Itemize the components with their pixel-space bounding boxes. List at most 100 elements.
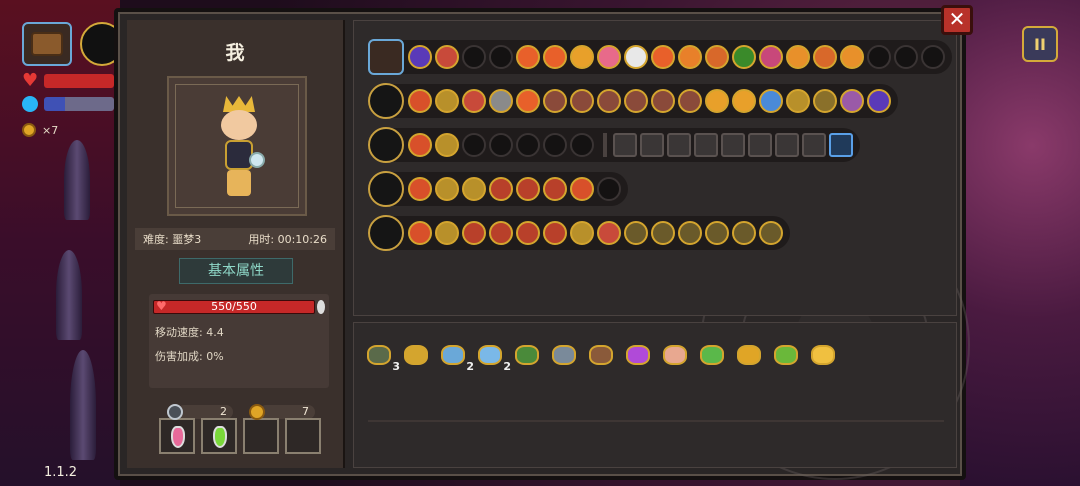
arrow-up-icon[interactable]: [570, 45, 594, 69]
potion-slot-2[interactable]: [201, 418, 237, 454]
green-skull-icon[interactable]: [732, 45, 756, 69]
green-leaf-item[interactable]: [697, 340, 727, 370]
arrows-icon[interactable]: [813, 45, 837, 69]
stone-gauntlet-icon[interactable]: [368, 215, 404, 251]
pink-egg-item[interactable]: [660, 340, 690, 370]
lock-icon[interactable]: [721, 133, 745, 157]
fire-icon[interactable]: [516, 45, 540, 69]
sun-icon[interactable]: [786, 45, 810, 69]
double-arrow-icon[interactable]: [678, 45, 702, 69]
radio-icon[interactable]: [543, 221, 567, 245]
pot-icon[interactable]: [597, 89, 621, 113]
red-arrows-icon[interactable]: [408, 177, 432, 201]
pause-button[interactable]: II: [1022, 26, 1058, 62]
potion-slot-4[interactable]: [285, 418, 321, 454]
empty-icon[interactable]: [867, 45, 891, 69]
empty-icon[interactable]: [570, 133, 594, 157]
red-arrows-icon[interactable]: [408, 89, 432, 113]
rainbow-icon[interactable]: [759, 89, 783, 113]
purple-orb-icon[interactable]: [408, 45, 432, 69]
gold-staff-icon[interactable]: [368, 171, 404, 207]
gold-crown-leaf-item[interactable]: [808, 340, 838, 370]
red-fruit-icon[interactable]: [462, 89, 486, 113]
arrow-up-icon[interactable]: [732, 89, 756, 113]
radio-icon[interactable]: [462, 221, 486, 245]
arrow-up-icon[interactable]: [705, 89, 729, 113]
red-arrows-icon[interactable]: [570, 177, 594, 201]
green-pea-item[interactable]: [771, 340, 801, 370]
purple-orb-icon[interactable]: [867, 89, 891, 113]
lock-icon[interactable]: [775, 133, 799, 157]
pot-icon[interactable]: [570, 89, 594, 113]
gold-swirl-icon[interactable]: [705, 221, 729, 245]
yellow-swirl-icon[interactable]: [435, 89, 459, 113]
swirl-icon[interactable]: [813, 89, 837, 113]
blue-crystal-icon[interactable]: [829, 133, 853, 157]
yellow-swirl-icon[interactable]: [786, 89, 810, 113]
lock-icon[interactable]: [613, 133, 637, 157]
red-fruit-icon[interactable]: [597, 221, 621, 245]
chest-icon[interactable]: [368, 39, 404, 75]
yellow-swirl-icon[interactable]: [570, 221, 594, 245]
close-button[interactable]: ✕: [941, 5, 973, 35]
gold-leaf-item[interactable]: [734, 340, 764, 370]
pot-icon[interactable]: [624, 89, 648, 113]
lock-icon[interactable]: [748, 133, 772, 157]
empty-icon[interactable]: [489, 133, 513, 157]
yellow-swirl-icon[interactable]: [435, 221, 459, 245]
pink-flower-icon[interactable]: [597, 45, 621, 69]
radio-icon[interactable]: [489, 221, 513, 245]
gold-swirl-icon[interactable]: [732, 221, 756, 245]
arrows-icon[interactable]: [705, 45, 729, 69]
magnifier-item[interactable]: 2: [438, 340, 474, 373]
dark-claw-icon[interactable]: [368, 127, 404, 163]
red-fruit-icon[interactable]: [435, 45, 459, 69]
green-helmet-item[interactable]: [512, 340, 542, 370]
potion-slot-3[interactable]: [243, 418, 279, 454]
grey-boot-item[interactable]: [549, 340, 579, 370]
empty-icon[interactable]: [894, 45, 918, 69]
target-icon[interactable]: [489, 89, 513, 113]
radio-icon[interactable]: [489, 177, 513, 201]
dark-vest-item[interactable]: 3: [364, 340, 400, 373]
gold-swirl-icon[interactable]: [678, 221, 702, 245]
yellow-swirl-icon[interactable]: [435, 133, 459, 157]
empty-icon[interactable]: [489, 45, 513, 69]
fire-icon[interactable]: [651, 45, 675, 69]
green-staff-icon[interactable]: [368, 83, 404, 119]
potion-slot-1[interactable]: [159, 418, 195, 454]
gold-swirl-icon[interactable]: [651, 221, 675, 245]
red-arrows-icon[interactable]: [408, 133, 432, 157]
fire-icon[interactable]: [516, 89, 540, 113]
eye-icon[interactable]: [840, 89, 864, 113]
lock-icon[interactable]: [640, 133, 664, 157]
empty-icon[interactable]: [516, 133, 540, 157]
fire-icon[interactable]: [543, 45, 567, 69]
gold-swirl-icon[interactable]: [759, 221, 783, 245]
lock-icon[interactable]: [667, 133, 691, 157]
red-arrows-icon[interactable]: [408, 221, 432, 245]
radio-icon[interactable]: [516, 177, 540, 201]
empty-icon[interactable]: [543, 133, 567, 157]
pink-swirl-icon[interactable]: [759, 45, 783, 69]
yellow-swirl-icon[interactable]: [462, 177, 486, 201]
rainbow-shield-item[interactable]: [623, 340, 653, 370]
golden-branch-item[interactable]: [401, 340, 431, 370]
ghost-icon[interactable]: [624, 45, 648, 69]
pot-icon[interactable]: [678, 89, 702, 113]
gold-swirl-icon[interactable]: [624, 221, 648, 245]
radio-icon[interactable]: [516, 221, 540, 245]
yellow-swirl-icon[interactable]: [435, 177, 459, 201]
pot-icon[interactable]: [651, 89, 675, 113]
pot-icon[interactable]: [543, 89, 567, 113]
lock-icon[interactable]: [802, 133, 826, 157]
empty-icon[interactable]: [921, 45, 945, 69]
empty-icon[interactable]: [462, 45, 486, 69]
sun-icon[interactable]: [840, 45, 864, 69]
inventory-chest-button[interactable]: [22, 22, 72, 66]
empty-icon[interactable]: [462, 133, 486, 157]
brown-cloak-item[interactable]: [586, 340, 616, 370]
lock-icon[interactable]: [694, 133, 718, 157]
radio-icon[interactable]: [543, 177, 567, 201]
blue-fish-item[interactable]: 2: [475, 340, 511, 373]
